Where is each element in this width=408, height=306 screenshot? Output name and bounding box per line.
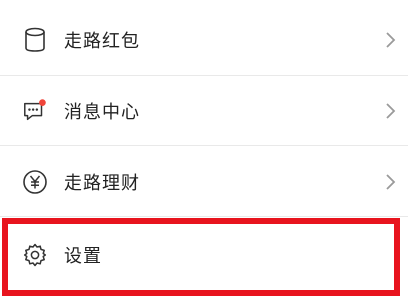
yuan-icon [22,169,48,195]
divider [0,216,408,217]
chevron-right-icon [384,30,398,50]
divider [0,145,408,146]
menu-item-walk-redpacket[interactable]: 走路红包 [0,5,408,75]
menu-item-label: 消息中心 [64,102,140,123]
wallet-icon [22,27,48,53]
message-icon [22,98,48,124]
menu-item-label: 走路理财 [64,173,140,194]
menu-item-label: 走路红包 [64,31,140,52]
menu-item-walk-finance[interactable]: 走路理财 [0,147,408,217]
menu-item-label: 设置 [64,246,102,267]
menu-list: 走路红包 消息中心 走路理财 设置 [0,0,408,306]
menu-item-settings[interactable]: 设置 [0,220,408,290]
chevron-right-icon [384,101,398,121]
menu-item-message-center[interactable]: 消息中心 [0,76,408,146]
gear-icon [22,242,48,268]
notification-badge [39,99,46,106]
chevron-right-icon [384,172,398,192]
